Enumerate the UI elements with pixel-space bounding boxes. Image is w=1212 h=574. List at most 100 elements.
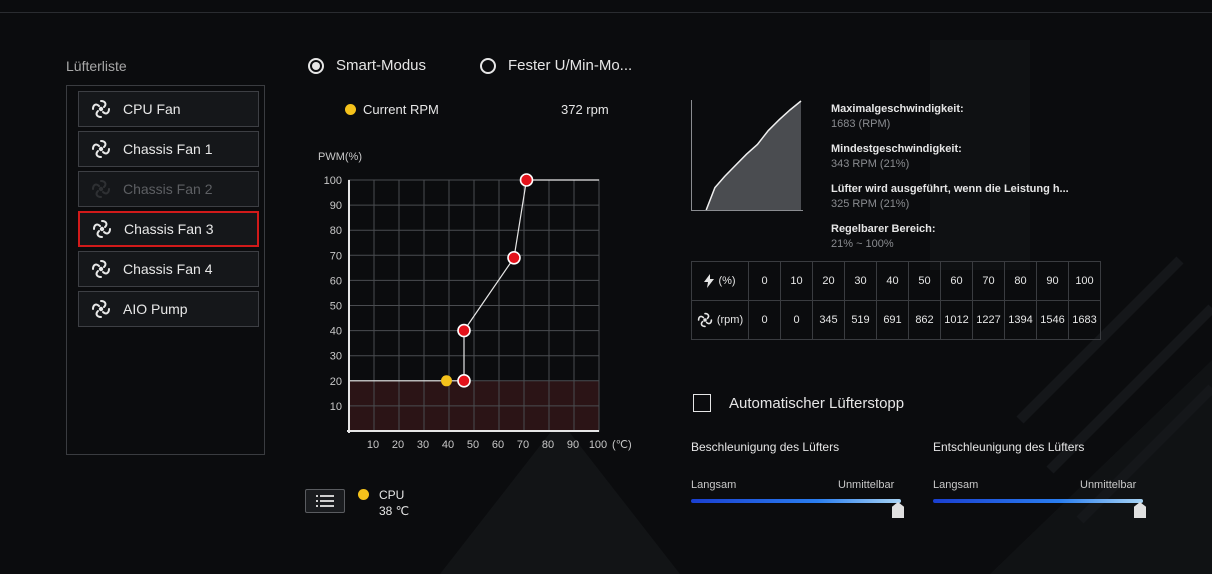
rpm-unit: (rpm) [716, 314, 744, 326]
rpm-mini-chart [691, 100, 803, 211]
info-key: Lüfter wird ausgeführt, wenn die Leistun… [831, 183, 1069, 195]
y-tick-label: 60 [330, 275, 342, 287]
y-tick-label: 30 [330, 351, 342, 363]
info-key: Mindestgeschwindigkeit: [831, 143, 962, 155]
power-cell: 60 [940, 261, 973, 301]
power-cell: 30 [844, 261, 877, 301]
fan-icon [92, 260, 110, 278]
fan-item-cpu-fan[interactable]: CPU Fan [78, 91, 259, 127]
power-cell: 80 [1004, 261, 1037, 301]
auto-fan-stop-label: Automatischer Lüfterstopp [729, 394, 905, 412]
accel-slider-max-label: Unmittelbar [838, 479, 895, 491]
power-cell: 0 [748, 261, 781, 301]
fan-list-panel: CPU Fan Chassis Fan 1 Chassis Fan 2 Chas… [66, 85, 265, 455]
rpm-cell: 519 [844, 300, 877, 340]
accel-slider-min-label: Langsam [691, 479, 737, 491]
rpm-cell: 0 [748, 300, 781, 340]
info-run-threshold: Lüfter wird ausgeführt, wenn die Leistun… [831, 183, 1069, 210]
cpu-sensor-value: 38 ℃ [379, 504, 410, 518]
fan-list-title: Lüfterliste [66, 58, 127, 74]
fan-item-aio-pump[interactable]: AIO Pump [78, 291, 259, 327]
y-tick-label: 100 [324, 175, 342, 187]
fan-item-chassis-fan-3[interactable]: Chassis Fan 3 [78, 211, 259, 247]
lightning-icon [704, 274, 715, 288]
decel-slider-track[interactable] [933, 499, 1143, 503]
fan-item-label: AIO Pump [123, 301, 188, 317]
curve-control-point[interactable] [457, 323, 471, 338]
accel-slider-track[interactable] [691, 499, 901, 503]
rpm-cell: 691 [876, 300, 909, 340]
decel-slider-min-label: Langsam [933, 479, 979, 491]
fixed-rpm-mode-radio[interactable]: Fester U/Min-Mo... [480, 57, 632, 74]
fan-icon [92, 300, 110, 318]
y-tick-label: 70 [330, 250, 342, 262]
table-header-power: (%) [691, 261, 749, 301]
decel-slider-title: Entschleunigung des Lüfters [933, 440, 1085, 454]
info-adjustable-range: Regelbarer Bereich: 21% ~ 100% [831, 223, 936, 250]
rpm-cell: 1683 [1068, 300, 1101, 340]
fan-item-label: Chassis Fan 2 [123, 181, 213, 197]
chart-xunit: (℃) [612, 439, 632, 451]
mini-chart-area [706, 101, 801, 210]
auto-fan-stop-checkbox[interactable]: Automatischer Lüfterstopp [693, 394, 904, 412]
radio-unchecked-icon [480, 57, 496, 74]
y-tick-label: 80 [330, 225, 342, 237]
rpm-cell: 1012 [940, 300, 973, 340]
curve-control-point[interactable] [507, 251, 521, 265]
rpm-cell: 862 [908, 300, 941, 340]
rpm-cell: 1546 [1036, 300, 1069, 340]
fan-curve-chart[interactable]: PWM(%) 10 20 30 40 50 60 70 80 90 100 100 90 80 70 60 5… [300, 140, 640, 460]
power-cell: 50 [908, 261, 941, 301]
x-tick-label: 30 [417, 439, 429, 451]
accel-slider-title: Beschleunigung des Lüfters [691, 440, 840, 454]
curve-control-point[interactable] [519, 173, 534, 187]
current-rpm-label: Current RPM [363, 102, 439, 117]
fan-icon [697, 312, 713, 328]
x-tick-label: 60 [492, 439, 504, 451]
table-row-power: (%) 0 10 20 30 40 50 60 70 80 90 100 [691, 261, 1101, 301]
power-cell: 40 [876, 261, 909, 301]
smart-mode-radio[interactable]: Smart-Modus [308, 57, 426, 74]
fan-icon [92, 180, 110, 198]
curve-control-point[interactable] [457, 374, 471, 388]
checkbox-unchecked-icon [693, 394, 711, 412]
x-tick-label: 40 [442, 439, 454, 451]
fan-icon [92, 140, 110, 158]
list-icon [316, 495, 334, 507]
decel-slider-max-label: Unmittelbar [1080, 479, 1137, 491]
power-cell: 20 [812, 261, 845, 301]
current-rpm-value: 372 rpm [561, 102, 609, 117]
x-tick-label: 10 [367, 439, 379, 451]
decel-slider-thumb[interactable] [1134, 502, 1146, 518]
fan-item-chassis-fan-4[interactable]: Chassis Fan 4 [78, 251, 259, 287]
y-tick-label: 10 [330, 401, 342, 413]
fixed-rpm-mode-label: Fester U/Min-Mo... [508, 57, 633, 74]
x-tick-label: 100 [589, 439, 607, 451]
cpu-sensor-label: CPU [379, 488, 405, 502]
accel-slider-thumb[interactable] [892, 502, 904, 518]
fan-item-chassis-fan-1[interactable]: Chassis Fan 1 [78, 131, 259, 167]
rpm-table: (%) 0 10 20 30 40 50 60 70 80 90 100 (rpm) 0 0 345 51… [691, 261, 1101, 340]
rpm-cell: 0 [780, 300, 813, 340]
info-min-speed: Mindestgeschwindigkeit: 343 RPM (21%) [831, 143, 962, 170]
info-value: 21% ~ 100% [831, 238, 894, 250]
sensor-list-button[interactable] [305, 489, 345, 513]
top-divider [0, 12, 1212, 13]
smart-mode-label: Smart-Modus [336, 57, 427, 74]
x-tick-label: 80 [542, 439, 554, 451]
power-cell: 10 [780, 261, 813, 301]
table-header-rpm: (rpm) [691, 300, 749, 340]
fan-item-label: Chassis Fan 3 [124, 221, 214, 237]
fan-item-chassis-fan-2[interactable]: Chassis Fan 2 [78, 171, 259, 207]
y-tick-label: 90 [330, 200, 342, 212]
fan-item-label: CPU Fan [123, 101, 181, 117]
info-max-speed: Maximalgeschwindigkeit: 1683 (RPM) [831, 103, 964, 130]
power-unit: (%) [718, 275, 736, 287]
fan-icon [93, 220, 111, 238]
radio-checked-icon [308, 57, 324, 74]
rpm-cell: 1394 [1004, 300, 1037, 340]
rpm-cell: 1227 [972, 300, 1005, 340]
table-row-rpm: (rpm) 0 0 345 519 691 862 1012 1227 1394 1546 1683 [691, 300, 1101, 340]
fan-icon [92, 100, 110, 118]
x-tick-label: 50 [467, 439, 479, 451]
